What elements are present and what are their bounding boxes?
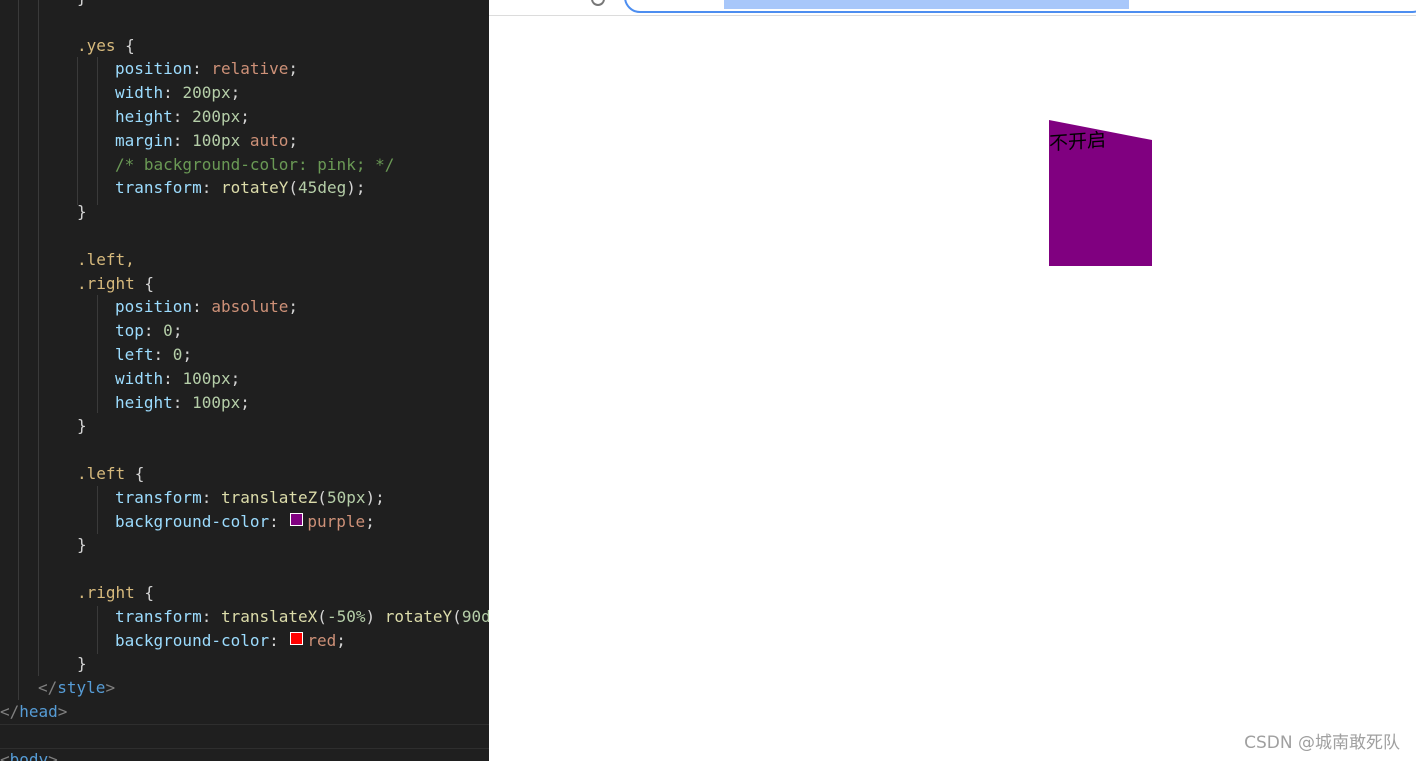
code-line: width: 100px; [115, 368, 241, 388]
screen: } .yes { position: relative; width: 200p… [0, 0, 1416, 761]
code-line: background-color: purple; [115, 511, 375, 531]
code-line: } [77, 535, 87, 555]
reload-icon[interactable] [591, 0, 605, 6]
code-line: </head> [0, 701, 68, 721]
code-line: transform: translateX(-50%) rotateY(90d [115, 606, 489, 626]
code-line: } [0, 0, 489, 10]
code-line: .left, [77, 249, 135, 269]
code-line: /* background-color: pink; */ [115, 154, 395, 174]
code-line: </style> [38, 678, 116, 698]
code-line: position: absolute; [115, 297, 299, 317]
code-line: } [77, 416, 87, 436]
code-line: } [77, 654, 87, 674]
code-line: width: 200px; [115, 83, 241, 103]
code-line: transform: rotateY(45deg); [115, 178, 366, 198]
color-swatch-red[interactable] [290, 631, 304, 645]
code-line: .left { [77, 463, 145, 483]
code-line: position: relative; [115, 59, 299, 79]
code-line: margin: 100px auto; [115, 130, 299, 150]
code-line: <body> [0, 749, 58, 761]
code-line: left: 0; [115, 344, 193, 364]
watermark: CSDN @城南敢死队 [1244, 733, 1400, 753]
code-line: top: 0; [115, 321, 183, 341]
code-line: .right { [77, 273, 155, 293]
code-line: transform: translateZ(50px); [115, 487, 385, 507]
code-line: .yes { [77, 35, 135, 55]
code-line: } [77, 202, 87, 222]
address-text-selection [724, 0, 1129, 9]
color-swatch-purple[interactable] [290, 512, 304, 526]
code-line: background-color: red; [115, 630, 346, 650]
box-label: 不开启 [1049, 129, 1107, 155]
code-lines: } .yes { position: relative; width: 200p… [0, 0, 489, 761]
address-bar[interactable] [624, 0, 1416, 13]
code-editor[interactable]: } .yes { position: relative; width: 200p… [0, 0, 489, 761]
page-viewport: 不开启 [489, 16, 1416, 761]
code-line: height: 100px; [115, 392, 250, 412]
code-line: height: 200px; [115, 106, 250, 126]
code-line: .right { [77, 582, 155, 602]
browser-toolbar [489, 0, 1416, 16]
browser-window: 不开启 CSDN @城南敢死队 [489, 0, 1416, 761]
